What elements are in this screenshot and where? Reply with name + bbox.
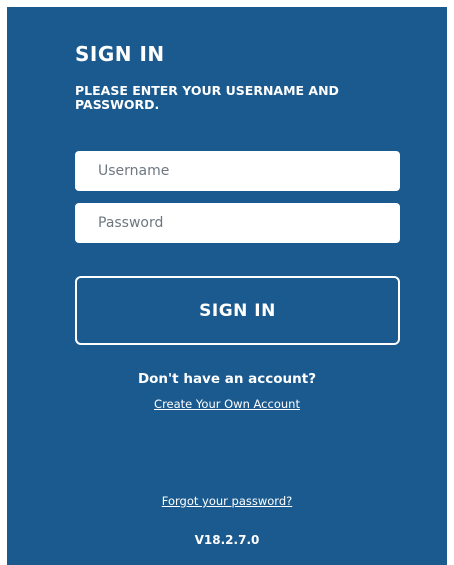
login-instructions: PLEASE ENTER YOUR USERNAME AND PASSWORD. bbox=[75, 83, 339, 112]
version-label: V18.2.7.0 bbox=[194, 533, 260, 547]
sign-in-button[interactable]: SIGN IN bbox=[75, 276, 400, 345]
login-panel: SIGN IN PLEASE ENTER YOUR USERNAME AND P… bbox=[7, 7, 447, 565]
no-account-prompt: Don't have an account? bbox=[137, 371, 317, 387]
password-field[interactable] bbox=[75, 203, 400, 243]
page-title: SIGN IN bbox=[75, 42, 165, 66]
username-field[interactable] bbox=[75, 151, 400, 191]
forgot-password-link[interactable]: Forgot your password? bbox=[7, 494, 447, 508]
create-account-link[interactable]: Create Your Own Account bbox=[7, 397, 447, 411]
